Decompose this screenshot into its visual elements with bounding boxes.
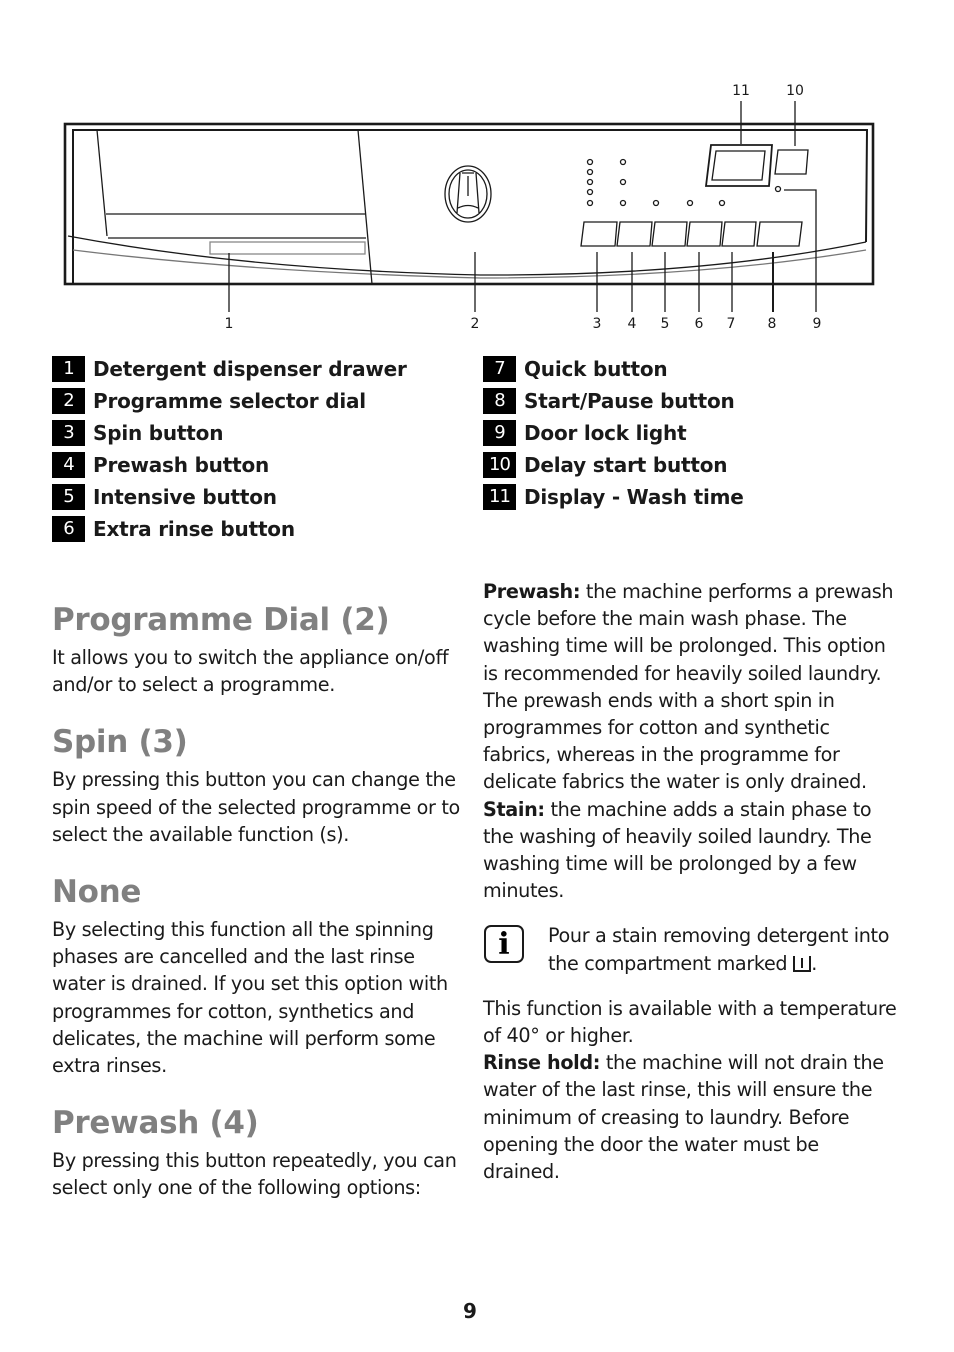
indicator-leds: [586, 158, 726, 207]
option-prewash-text: the machine performs a prewash cycle bef…: [483, 580, 894, 794]
section-none: None By selecting this function all the …: [52, 870, 462, 1079]
option-rinse-hold: Rinse hold: the machine will not drain t…: [483, 1049, 898, 1185]
legend-item: 8 Start/Pause button: [483, 385, 744, 417]
legend-number: 3: [52, 420, 85, 446]
info-note-text: Pour a stain removing detergent into the…: [548, 922, 898, 976]
legend-item: 4 Prewash button: [52, 449, 407, 481]
callout-8: 8: [768, 316, 777, 332]
intensive-button-shape[interactable]: [651, 221, 688, 247]
drawer-left-edge: [96, 129, 108, 237]
start-pause-button-shape[interactable]: [756, 221, 803, 247]
legend-label: Quick button: [524, 357, 668, 381]
temperature-text: This function is available with a temper…: [483, 996, 897, 1048]
legend-item: 11 Display - Wash time: [483, 481, 744, 513]
callout-7: 7: [727, 316, 736, 332]
callout-3: 3: [593, 316, 602, 332]
programme-dial-text: It allows you to switch the appliance on…: [52, 646, 449, 697]
option-rinse-hold-label: Rinse hold:: [483, 1051, 601, 1075]
legend-item: 7 Quick button: [483, 353, 744, 385]
info-icon: i: [484, 925, 524, 964]
option-stain: Stain: the machine adds a stain phase to…: [483, 796, 898, 905]
callout-5: 5: [661, 316, 670, 332]
legend-label: Extra rinse button: [93, 517, 295, 541]
programme-dial-grip: [456, 172, 480, 214]
heading-none: None: [52, 874, 142, 911]
legend-label: Intensive button: [93, 485, 277, 509]
none-text: By selecting this function all the spinn…: [52, 918, 448, 1078]
left-column: Programme Dial (2) It allows you to swit…: [52, 598, 462, 1216]
heading-prewash: Prewash (4): [52, 1105, 259, 1142]
legend-number: 9: [483, 420, 516, 446]
legend-number: 10: [483, 452, 516, 478]
section-programme-dial: Programme Dial (2) It allows you to swit…: [52, 598, 462, 698]
legend-right: 7 Quick button 8 Start/Pause button 9 Do…: [483, 353, 744, 513]
spin-button-shape[interactable]: [580, 221, 618, 247]
info-note: i Pour a stain removing detergent into t…: [483, 922, 898, 976]
legend-label: Programme selector dial: [93, 389, 366, 413]
legend-number: 1: [52, 356, 85, 382]
legend-item: 3 Spin button: [52, 417, 407, 449]
right-column: Prewash: the machine performs a prewash …: [483, 578, 898, 1185]
legend-number: 7: [483, 356, 516, 382]
stain-compartment-icon: [793, 955, 812, 972]
callout-4: 4: [628, 316, 637, 332]
panel-bottom-lip: [67, 235, 867, 276]
legend-label: Door lock light: [524, 421, 687, 445]
callout-9: 9: [813, 316, 822, 332]
option-prewash: Prewash: the machine performs a prewash …: [483, 578, 898, 796]
legend-label: Start/Pause button: [524, 389, 735, 413]
legend-item: 5 Intensive button: [52, 481, 407, 513]
quick-button-shape[interactable]: [721, 221, 757, 247]
door-lock-light: [774, 185, 782, 193]
info-note-suffix: .: [811, 951, 817, 975]
legend-item: 1 Detergent dispenser drawer: [52, 353, 407, 385]
drawer-right-edge: [357, 129, 373, 285]
callout-2: 2: [471, 316, 480, 332]
legend-number: 2: [52, 388, 85, 414]
delay-start-button-shape[interactable]: [774, 149, 809, 175]
callout-leaders: [228, 101, 817, 312]
callout-6: 6: [695, 316, 704, 332]
legend-label: Detergent dispenser drawer: [93, 357, 407, 381]
heading-programme-dial: Programme Dial (2): [52, 602, 390, 638]
option-stain-label: Stain:: [483, 797, 545, 821]
wash-time-display-screen: [711, 150, 766, 181]
legend-label: Prewash button: [93, 453, 270, 477]
legend-number: 6: [52, 516, 85, 542]
section-spin: Spin (3) By pressing this button you can…: [52, 720, 462, 848]
heading-spin: Spin (3): [52, 724, 188, 761]
section-prewash: Prewash (4) By pressing this button repe…: [52, 1101, 462, 1201]
panel-bottom-lip-inner: [72, 249, 867, 279]
callout-10: 10: [786, 83, 804, 99]
drawer-handle: [209, 241, 366, 255]
extra-rinse-button-shape[interactable]: [686, 221, 723, 247]
callout-11: 11: [732, 83, 750, 99]
legend-number: 8: [483, 388, 516, 414]
legend-number: 11: [483, 484, 516, 510]
control-panel-diagram: 1 2 3 4 5 6 7 8 9 10 11: [63, 83, 875, 332]
callout-1: 1: [225, 316, 234, 332]
legend-item: 10 Delay start button: [483, 449, 744, 481]
legend-item: 2 Programme selector dial: [52, 385, 407, 417]
legend-label: Delay start button: [524, 453, 728, 477]
legend-number: 5: [52, 484, 85, 510]
legend-item: 9 Door lock light: [483, 417, 744, 449]
legend-left: 1 Detergent dispenser drawer 2 Programme…: [52, 353, 407, 545]
info-note-body: Pour a stain removing detergent into the…: [548, 924, 890, 975]
option-prewash-label: Prewash:: [483, 580, 581, 603]
spin-text: By pressing this button you can change t…: [52, 768, 460, 846]
legend-number: 4: [52, 452, 85, 478]
page-number: 9: [463, 1299, 477, 1323]
legend-label: Spin button: [93, 421, 224, 445]
legend-item: 6 Extra rinse button: [52, 513, 407, 545]
legend-label: Display - Wash time: [524, 485, 744, 509]
prewash-text: By pressing this button repeatedly, you …: [52, 1149, 457, 1200]
prewash-button-shape[interactable]: [616, 221, 653, 247]
